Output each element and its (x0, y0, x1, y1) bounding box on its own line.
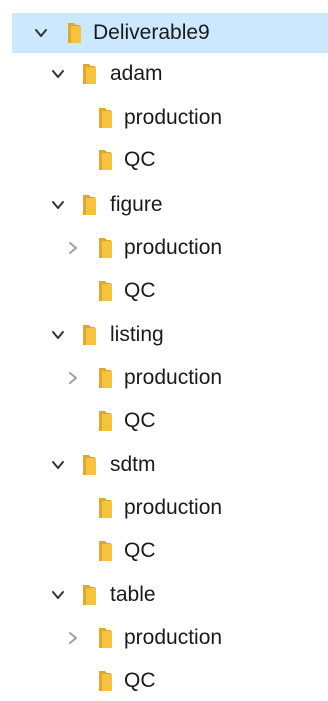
chevron-right-icon[interactable] (66, 631, 80, 645)
tree-node-figure[interactable]: figure (12, 185, 328, 225)
folder-icon (97, 670, 113, 692)
folder-icon (81, 324, 97, 346)
folder-icon (81, 584, 97, 606)
folder-icon (97, 149, 113, 171)
tree-node-sdtm[interactable]: sdtm (12, 445, 328, 485)
folder-icon (66, 22, 82, 44)
folder-icon (97, 627, 113, 649)
tree-node-deliverable9[interactable]: Deliverable9 (12, 13, 328, 53)
tree-node-label: production (124, 236, 223, 259)
chevron-down-icon[interactable] (51, 67, 65, 81)
tree-node-label: QC (124, 669, 156, 692)
tree-node-production[interactable]: production (12, 618, 328, 658)
folder-tree: Deliverable9 adam production QC figure produc… (0, 0, 328, 696)
tree-node-adam[interactable]: adam (12, 54, 328, 94)
tree-node-label: QC (124, 539, 156, 562)
tree-node-label: figure (110, 193, 163, 216)
folder-icon (97, 497, 113, 519)
folder-icon (97, 237, 113, 259)
tree-node-label: production (124, 626, 223, 649)
tree-node-label: sdtm (110, 453, 156, 476)
folder-icon (81, 194, 97, 216)
tree-node-label: production (124, 106, 223, 129)
folder-icon (97, 367, 113, 389)
tree-node-production[interactable]: production (12, 488, 328, 528)
folder-icon (97, 280, 113, 302)
chevron-down-icon[interactable] (51, 588, 65, 602)
tree-node-label: QC (124, 279, 156, 302)
chevron-right-icon[interactable] (66, 241, 80, 255)
chevron-down-icon[interactable] (51, 458, 65, 472)
tree-node-production[interactable]: production (12, 98, 328, 138)
tree-node-table[interactable]: table (12, 575, 328, 615)
folder-icon (97, 540, 113, 562)
tree-node-listing[interactable]: listing (12, 315, 328, 355)
tree-node-label: production (124, 366, 223, 389)
folder-icon (81, 454, 97, 476)
tree-node-qc[interactable]: QC (12, 140, 328, 180)
tree-node-qc[interactable]: QC (12, 661, 328, 701)
folder-icon (81, 63, 97, 85)
folder-icon (97, 107, 113, 129)
tree-node-label: Deliverable9 (93, 21, 210, 44)
chevron-down-icon[interactable] (34, 26, 48, 40)
tree-node-label: QC (124, 409, 156, 432)
folder-icon (97, 410, 113, 432)
tree-node-qc[interactable]: QC (12, 531, 328, 571)
tree-node-label: QC (124, 148, 156, 171)
chevron-down-icon[interactable] (51, 328, 65, 342)
chevron-right-icon[interactable] (66, 371, 80, 385)
tree-node-production[interactable]: production (12, 358, 328, 398)
tree-node-label: production (124, 496, 223, 519)
tree-node-label: listing (110, 323, 164, 346)
chevron-down-icon[interactable] (51, 198, 65, 212)
tree-node-production[interactable]: production (12, 228, 328, 268)
tree-node-qc[interactable]: QC (12, 271, 328, 311)
tree-node-label: adam (110, 62, 163, 85)
tree-node-label: table (110, 583, 156, 606)
tree-node-qc[interactable]: QC (12, 401, 328, 441)
